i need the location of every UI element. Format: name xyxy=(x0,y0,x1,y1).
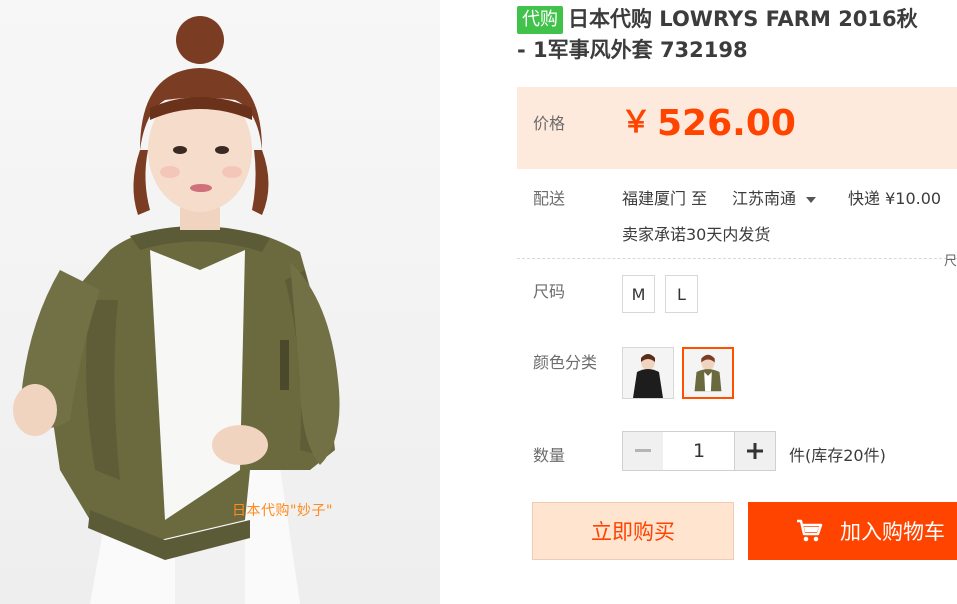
color-swatch-khaki[interactable] xyxy=(682,347,734,399)
size-option-m[interactable]: M xyxy=(622,275,655,313)
plus-icon xyxy=(747,443,763,459)
truncated-label: 尺 xyxy=(944,254,957,269)
product-title: 代购 日本代购 LOWRYS FARM 2016秋 - 1军事风外套 732198 xyxy=(517,4,957,66)
stock-text: 件(库存20件) xyxy=(789,446,886,465)
color-swatch-black[interactable] xyxy=(622,347,674,399)
shipping-fee: 快递 ¥10.00 xyxy=(848,189,942,208)
size-option-l[interactable]: L xyxy=(665,275,698,313)
product-image[interactable]: 日本代购"妙子" xyxy=(0,0,440,604)
ship-from: 福建厦门 xyxy=(622,189,687,208)
buy-now-button[interactable]: 立即购买 xyxy=(532,502,734,560)
swatch-khaki-thumb xyxy=(684,349,732,397)
daigou-badge: 代购 xyxy=(517,6,563,34)
price-value: ￥ 526.00 xyxy=(621,97,796,144)
delivery-promise: 卖家承诺30天内发货 xyxy=(622,225,771,244)
destination-selector[interactable]: 江苏南通 xyxy=(732,185,817,209)
color-label: 颜色分类 xyxy=(533,353,598,372)
title-line-2: - 1军事风外套 732198 xyxy=(517,38,748,62)
currency-symbol: ￥ xyxy=(621,105,651,140)
price-panel: 价格 ￥ 526.00 xyxy=(517,87,957,169)
quantity-input[interactable] xyxy=(663,432,735,470)
price-label: 价格 xyxy=(533,114,566,133)
add-to-cart-button[interactable]: 加入购物车 xyxy=(748,502,957,560)
chevron-down-icon xyxy=(806,196,817,203)
quantity-label: 数量 xyxy=(533,446,566,465)
title-line-1: 日本代购 LOWRYS FARM 2016秋 xyxy=(568,7,918,31)
shipping-route: 福建厦门 至 xyxy=(622,185,707,209)
size-label: 尺码 xyxy=(533,282,566,301)
minus-icon xyxy=(635,449,651,452)
divider xyxy=(517,258,957,259)
quantity-decrease-button[interactable] xyxy=(623,432,664,470)
quantity-increase-button[interactable] xyxy=(734,432,775,470)
quantity-stepper xyxy=(622,431,776,471)
ship-destination: 江苏南通 xyxy=(732,189,797,208)
swatch-black-thumb xyxy=(623,348,673,398)
add-to-cart-label: 加入购物车 xyxy=(840,520,945,544)
shipping-label: 配送 xyxy=(533,189,566,208)
ship-to-word: 至 xyxy=(691,189,708,208)
cart-icon xyxy=(797,519,823,542)
price-amount: 526.00 xyxy=(657,103,796,144)
model-illustration xyxy=(13,16,340,604)
image-watermark: 日本代购"妙子" xyxy=(232,503,333,519)
